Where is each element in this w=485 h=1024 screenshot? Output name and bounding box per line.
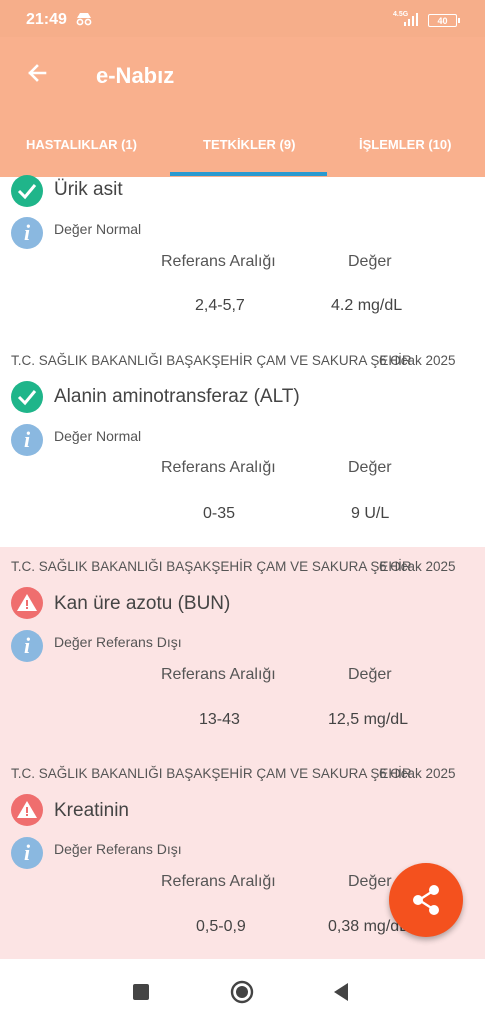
test-name: Alanin aminotransferaz (ALT) xyxy=(54,386,300,407)
navigation-bar xyxy=(0,959,485,1024)
tab-indicator xyxy=(170,172,327,176)
range-value: 13-43 xyxy=(199,711,240,728)
share-icon xyxy=(413,885,439,915)
signal-icon xyxy=(404,13,418,26)
tab-islemler[interactable]: İŞLEMLER (10) xyxy=(359,137,451,152)
info-icon: i xyxy=(11,837,43,869)
value-status: Değer Referans Dışı xyxy=(54,841,182,857)
nav-back-icon[interactable] xyxy=(332,982,350,1002)
warning-icon xyxy=(11,794,43,826)
test-date: 6 Ocak 2025 xyxy=(379,766,456,781)
check-icon xyxy=(11,381,43,413)
battery-cap xyxy=(458,18,460,23)
range-header: Referans Aralığı xyxy=(161,459,276,476)
value-header: Değer xyxy=(348,253,392,270)
check-icon xyxy=(11,175,43,207)
value-status: Değer Normal xyxy=(54,221,142,237)
range-header: Referans Aralığı xyxy=(161,253,276,270)
test-card-alt[interactable]: T.C. SAĞLIK BAKANLIĞI BAŞAKŞEHİR ÇAM VE … xyxy=(0,343,485,547)
warning-icon xyxy=(11,587,43,619)
test-date: 6 Ocak 2025 xyxy=(379,353,456,368)
test-value: 4.2 mg/dL xyxy=(331,297,403,314)
range-header: Referans Aralığı xyxy=(161,666,276,683)
value-status: Değer Referans Dışı xyxy=(54,634,182,650)
app-title: e-Nabız xyxy=(96,63,175,88)
hospital-name: T.C. SAĞLIK BAKANLIĞI BAŞAKŞEHİR ÇAM VE … xyxy=(11,766,412,781)
value-header: Değer xyxy=(348,873,392,890)
range-value: 0,5-0,9 xyxy=(196,918,246,935)
recent-apps-icon[interactable] xyxy=(133,984,149,1000)
tab-tetkikler[interactable]: TETKİKLER (9) xyxy=(203,137,295,152)
test-value: 12,5 mg/dL xyxy=(328,711,409,728)
status-bar: 21:49 4.5G 40 xyxy=(0,0,485,37)
back-arrow-icon[interactable] xyxy=(25,61,49,85)
battery-icon: 40 xyxy=(428,14,457,27)
range-value: 0-35 xyxy=(203,505,236,522)
hospital-name: T.C. SAĞLIK BAKANLIĞI BAŞAKŞEHİR ÇAM VE … xyxy=(11,353,412,368)
test-card-bun[interactable]: T.C. SAĞLIK BAKANLIĞI BAŞAKŞEHİR ÇAM VE … xyxy=(0,547,485,754)
incognito-icon xyxy=(76,13,92,26)
app-bar: e-Nabız HASTALIKLAR (1) TETKİKLER (9) İŞ… xyxy=(0,37,485,177)
value-header: Değer xyxy=(348,459,392,476)
test-value: 9 U/L xyxy=(351,505,390,522)
test-name: Kan üre azotu (BUN) xyxy=(54,593,231,614)
info-icon: i xyxy=(11,424,43,456)
value-header: Değer xyxy=(348,666,392,683)
tab-hastaliklar[interactable]: HASTALIKLAR (1) xyxy=(26,137,137,152)
value-status: Değer Normal xyxy=(54,428,142,444)
status-time: 21:49 xyxy=(26,11,67,28)
info-icon: i xyxy=(11,217,43,249)
range-header: Referans Aralığı xyxy=(161,873,276,890)
hospital-name: T.C. SAĞLIK BAKANLIĞI BAŞAKŞEHİR ÇAM VE … xyxy=(11,559,412,574)
home-icon[interactable] xyxy=(230,980,254,1004)
share-button[interactable] xyxy=(389,863,463,937)
test-name: Ürik asit xyxy=(54,179,123,200)
test-card-urik-asit[interactable]: Ürik asit i Değer Normal Referans Aralığ… xyxy=(0,175,485,343)
test-date: 6 Ocak 2025 xyxy=(379,559,456,574)
test-name: Kreatinin xyxy=(54,800,129,821)
range-value: 2,4-5,7 xyxy=(195,297,245,314)
info-icon: i xyxy=(11,630,43,662)
